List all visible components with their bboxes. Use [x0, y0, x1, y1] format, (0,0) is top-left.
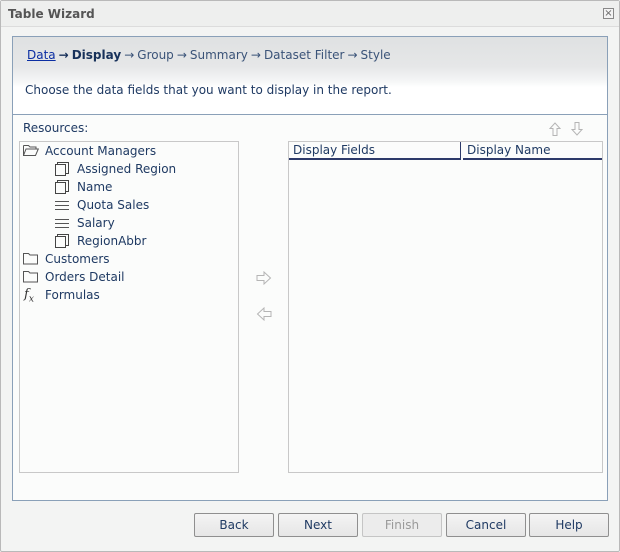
string-field-icon — [55, 162, 69, 176]
folder-icon — [23, 271, 38, 283]
formula-icon: fx — [24, 287, 34, 305]
instruction-text: Choose the data fields that you want to … — [25, 83, 392, 97]
step-data-link[interactable]: Data — [27, 48, 56, 62]
tree-node-label: Orders Detail — [45, 270, 125, 284]
tree-node-formulas[interactable]: fx Formulas — [23, 286, 223, 305]
move-up-button[interactable] — [548, 122, 562, 136]
tree-node-label: Assigned Region — [77, 162, 177, 176]
step-arrow: → — [124, 48, 135, 62]
title-bar: Table Wizard × — [1, 1, 619, 27]
tree-node-assigned-region[interactable]: Assigned Region — [55, 160, 225, 178]
arrow-left-icon — [256, 306, 272, 322]
tree-node-name[interactable]: Name — [55, 178, 225, 196]
table-wizard-dialog: Table Wizard × Data → Display → Group → Summar… — [0, 0, 620, 552]
wizard-steps-breadcrumb: Data → Display → Group → Summary → Dataset Filte… — [27, 48, 391, 62]
column-header-display-name[interactable]: Display Name — [463, 142, 602, 160]
tree-node-quota-sales[interactable]: Quota Sales — [55, 196, 225, 214]
tree-node-customers[interactable]: Customers — [23, 250, 223, 268]
column-header-display-fields[interactable]: Display Fields — [289, 142, 461, 160]
resources-tree[interactable]: Account Managers Assigned Region Name Qu… — [19, 141, 239, 473]
close-icon: × — [604, 8, 613, 19]
tree-node-label: Salary — [77, 216, 115, 230]
step-arrow: → — [176, 48, 187, 62]
tree-node-label: RegionAbbr — [77, 234, 147, 248]
help-button[interactable]: Help — [529, 513, 609, 537]
step-summary: Summary — [189, 48, 248, 62]
arrow-down-icon — [570, 122, 584, 136]
close-button[interactable]: × — [603, 8, 614, 19]
string-field-icon — [55, 234, 69, 248]
cancel-button[interactable]: Cancel — [446, 513, 526, 537]
finish-button: Finish — [362, 513, 442, 537]
step-arrow: → — [250, 48, 261, 62]
wizard-header: Data → Display → Group → Summary → Dataset Filte… — [13, 37, 607, 115]
step-arrow: → — [58, 48, 69, 62]
step-dataset-filter: Dataset Filter — [263, 48, 345, 62]
step-group: Group — [137, 48, 174, 62]
arrow-right-icon — [256, 270, 272, 286]
tree-node-account-managers[interactable]: Account Managers — [23, 142, 223, 160]
next-button[interactable]: Next — [278, 513, 358, 537]
tree-node-label: Account Managers — [45, 144, 157, 158]
tree-node-label: Name — [77, 180, 113, 194]
tree-node-label: Customers — [45, 252, 110, 266]
move-down-button[interactable] — [570, 122, 584, 136]
resources-label: Resources: — [23, 121, 89, 135]
tree-node-regionabbr[interactable]: RegionAbbr — [55, 232, 225, 250]
back-button[interactable]: Back — [194, 513, 274, 537]
tree-node-label: Quota Sales — [77, 198, 150, 212]
dialog-title: Table Wizard — [8, 7, 95, 21]
numeric-field-icon — [55, 219, 69, 228]
tree-node-orders-detail[interactable]: Orders Detail — [23, 268, 223, 286]
tree-node-salary[interactable]: Salary — [55, 214, 225, 232]
folder-icon — [23, 253, 38, 265]
remove-field-button[interactable] — [256, 306, 272, 322]
wizard-panel: Data → Display → Group → Summary → Dataset Filte… — [12, 36, 608, 501]
step-style: Style — [360, 48, 391, 62]
tree-node-label: Formulas — [45, 288, 100, 302]
folder-open-icon — [23, 145, 39, 156]
step-display-current: Display — [71, 48, 122, 62]
add-field-button[interactable] — [256, 270, 272, 286]
step-arrow: → — [347, 48, 358, 62]
string-field-icon — [55, 180, 69, 194]
numeric-field-icon — [55, 201, 69, 210]
arrow-up-icon — [548, 122, 562, 136]
display-fields-grid[interactable]: Display Fields Display Name — [288, 141, 603, 473]
